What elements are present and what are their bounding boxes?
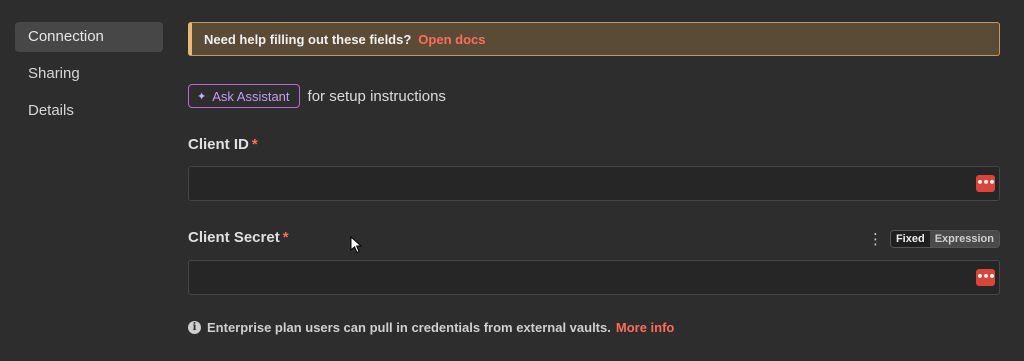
assistant-suffix-text: for setup instructions	[307, 87, 446, 105]
assistant-row: ✦ Ask Assistant for setup instructions	[188, 84, 446, 108]
main-panel: Need help filling out these fields? Open…	[188, 22, 1000, 335]
vault-note-text: Enterprise plan users can pull in creden…	[207, 320, 611, 335]
fixed-mode-option[interactable]: Fixed	[890, 231, 930, 247]
client-id-input[interactable]	[189, 167, 969, 200]
required-marker: *	[251, 136, 258, 153]
client-secret-input[interactable]	[189, 261, 969, 294]
open-docs-link[interactable]: Open docs	[418, 32, 485, 47]
client-id-label-text: Client ID	[188, 136, 249, 153]
sidebar-item-connection[interactable]: Connection	[15, 22, 163, 52]
vault-note: i Enterprise plan users can pull in cred…	[188, 320, 674, 335]
help-banner: Need help filling out these fields? Open…	[188, 22, 1000, 56]
sidebar-item-details[interactable]: Details	[15, 96, 163, 126]
ask-assistant-button[interactable]: ✦ Ask Assistant	[188, 84, 300, 108]
password-dots-icon[interactable]: •••	[976, 175, 996, 192]
fixed-expression-toggle: Fixed Expression	[889, 230, 1000, 248]
ask-assistant-label: Ask Assistant	[212, 88, 290, 104]
client-secret-label: Client Secret *	[188, 229, 289, 246]
info-icon: i	[188, 321, 201, 334]
more-info-link[interactable]: More info	[616, 320, 675, 335]
help-banner-text: Need help filling out these fields?	[204, 31, 412, 47]
client-id-field-box: •••	[188, 166, 1000, 201]
required-marker: *	[282, 229, 289, 246]
sparkle-icon: ✦	[197, 90, 207, 103]
sidebar: Connection Sharing Details	[15, 22, 163, 133]
expression-mode-option[interactable]: Expression	[929, 231, 999, 247]
client-secret-field-box: •••	[188, 260, 1000, 295]
mouse-cursor-icon	[350, 236, 362, 254]
parameter-options: ⋮ Fixed Expression	[868, 230, 1000, 248]
password-dots-icon[interactable]: •••	[976, 269, 996, 286]
client-id-label: Client ID *	[188, 136, 258, 153]
sidebar-item-sharing[interactable]: Sharing	[15, 59, 163, 89]
kebab-menu-icon[interactable]: ⋮	[868, 230, 883, 248]
client-secret-label-text: Client Secret	[188, 229, 280, 246]
